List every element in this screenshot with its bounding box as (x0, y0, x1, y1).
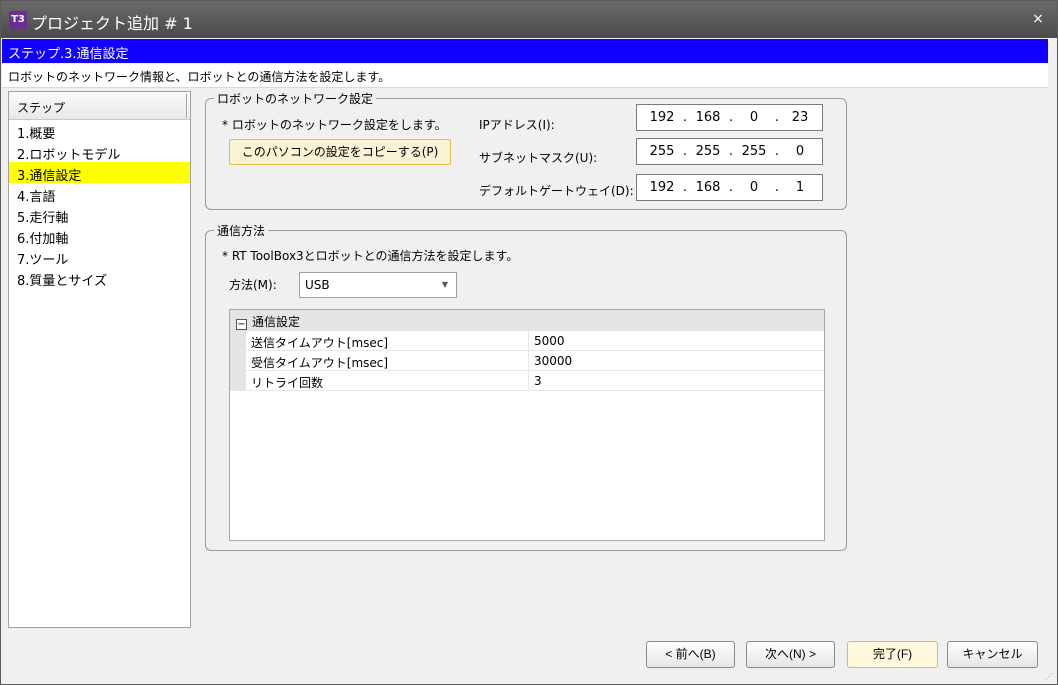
resize-grip-icon[interactable]: ⋰ (1045, 672, 1055, 682)
subnet-octet-4[interactable]: 0 (783, 144, 817, 159)
subnet-mask-field[interactable]: 255 . 255 . 255 . 0 (636, 138, 823, 165)
gateway-octet-2[interactable]: 168 (691, 180, 725, 195)
copy-pc-settings-button[interactable]: このパソコンの設定をコピーする(P) (229, 139, 451, 165)
subnet-octet-3[interactable]: 255 (737, 144, 771, 159)
cancel-button[interactable]: キャンセル (947, 641, 1038, 668)
ip-octet-1[interactable]: 192 (645, 110, 679, 125)
gateway-label: デフォルトゲートウェイ(D): (479, 184, 634, 198)
step-list-header-label: ステップ (17, 101, 66, 115)
subnet-dot: . (682, 144, 688, 159)
subnet-dot: . (728, 144, 734, 159)
grid-row-name: 受信タイムアウト[msec] (246, 351, 529, 371)
step-title-bar: ステップ.3.通信設定 (2, 39, 1048, 63)
grid-category-label: 通信設定 (252, 315, 301, 329)
grid-gutter (230, 351, 246, 371)
grid-row-value[interactable]: 30000 (529, 351, 824, 371)
ip-dot: . (728, 110, 734, 125)
app-icon: T3 (9, 11, 27, 29)
collapse-icon[interactable]: − (236, 319, 247, 330)
gateway-octet-4[interactable]: 1 (783, 180, 817, 195)
grid-row-value[interactable]: 5000 (529, 331, 824, 351)
default-gateway-field[interactable]: 192 . 168 . 0 . 1 (636, 174, 823, 201)
subnet-label: サブネットマスク(U): (479, 151, 598, 165)
method-selected-value: USB (305, 278, 330, 292)
close-icon[interactable]: × (1029, 10, 1047, 28)
step-list: ステップ 1.概要 2.ロボットモデル 3.通信設定 4.言語 5.走行軸 6.… (8, 91, 191, 628)
communication-method-group: 通信方法 * RT ToolBox3とロボットとの通信方法を設定します。 方法(… (205, 222, 847, 551)
back-button[interactable]: < 前へ(B) (646, 641, 735, 668)
sidebar-item-robot-model[interactable]: 2.ロボットモデル (9, 141, 190, 163)
ip-dot: . (774, 110, 780, 125)
grid-row[interactable]: 送信タイムアウト[msec] 5000 (230, 331, 824, 351)
grid-row[interactable]: リトライ回数 3 (230, 371, 824, 391)
sidebar-item-tool[interactable]: 7.ツール (9, 246, 190, 268)
grid-row-name: 送信タイムアウト[msec] (246, 331, 529, 351)
comm-note: * RT ToolBox3とロボットとの通信方法を設定します。 (222, 249, 519, 263)
gateway-dot: . (728, 180, 734, 195)
sidebar-item-language[interactable]: 4.言語 (9, 183, 190, 205)
gateway-dot: . (774, 180, 780, 195)
network-note: * ロボットのネットワーク設定をします。 (222, 118, 447, 132)
grid-category-comm-settings[interactable]: − 通信設定 (230, 310, 824, 331)
ip-address-field[interactable]: 192 . 168 . 0 . 23 (636, 104, 823, 131)
grid-gutter (230, 371, 246, 391)
step-description: ロボットのネットワーク情報と、ロボットとの通信方法を設定します。 (2, 64, 1048, 88)
method-label: 方法(M): (229, 278, 277, 292)
sidebar-item-traveling-axis[interactable]: 5.走行軸 (9, 204, 190, 226)
title-bar[interactable]: T3 プロジェクト追加 # 1 × (1, 1, 1057, 38)
comm-group-title: 通信方法 (214, 222, 269, 239)
ip-octet-4[interactable]: 23 (783, 110, 817, 125)
network-settings-group: ロボットのネットワーク設定 * ロボットのネットワーク設定をします。 このパソコ… (205, 90, 847, 210)
sidebar-item-mass-size[interactable]: 8.質量とサイズ (9, 267, 190, 289)
finish-button[interactable]: 完了(F) (847, 641, 938, 668)
gateway-octet-1[interactable]: 192 (645, 180, 679, 195)
property-grid: − 通信設定 送信タイムアウト[msec] 5000 受信タイムアウト[msec]… (229, 309, 825, 541)
method-select[interactable]: USB ▼ (299, 272, 457, 298)
ip-octet-2[interactable]: 168 (691, 110, 725, 125)
dropdown-arrow-icon[interactable]: ▼ (442, 280, 448, 289)
step-list-header: ステップ (9, 92, 190, 120)
subnet-octet-2[interactable]: 255 (691, 144, 725, 159)
grid-row-value[interactable]: 3 (529, 371, 824, 391)
subnet-octet-1[interactable]: 255 (645, 144, 679, 159)
grid-gutter (230, 331, 246, 351)
next-button[interactable]: 次へ(N) > (746, 641, 835, 668)
network-group-title: ロボットのネットワーク設定 (214, 90, 377, 107)
column-separator[interactable] (186, 94, 188, 118)
gateway-octet-3[interactable]: 0 (737, 180, 771, 195)
ip-dot: . (682, 110, 688, 125)
ip-octet-3[interactable]: 0 (737, 110, 771, 125)
ip-label: IPアドレス(I): (479, 118, 555, 132)
sidebar-item-additional-axis[interactable]: 6.付加軸 (9, 225, 190, 247)
grid-row-name: リトライ回数 (246, 371, 529, 391)
sidebar-item-communication[interactable]: 3.通信設定 (9, 162, 190, 184)
window-title: プロジェクト追加 # 1 (31, 14, 193, 33)
grid-row[interactable]: 受信タイムアウト[msec] 30000 (230, 351, 824, 371)
sidebar-item-overview[interactable]: 1.概要 (9, 120, 190, 142)
project-add-dialog: T3 プロジェクト追加 # 1 × ステップ.3.通信設定 ロボットのネットワー… (0, 0, 1058, 685)
subnet-dot: . (774, 144, 780, 159)
gateway-dot: . (682, 180, 688, 195)
